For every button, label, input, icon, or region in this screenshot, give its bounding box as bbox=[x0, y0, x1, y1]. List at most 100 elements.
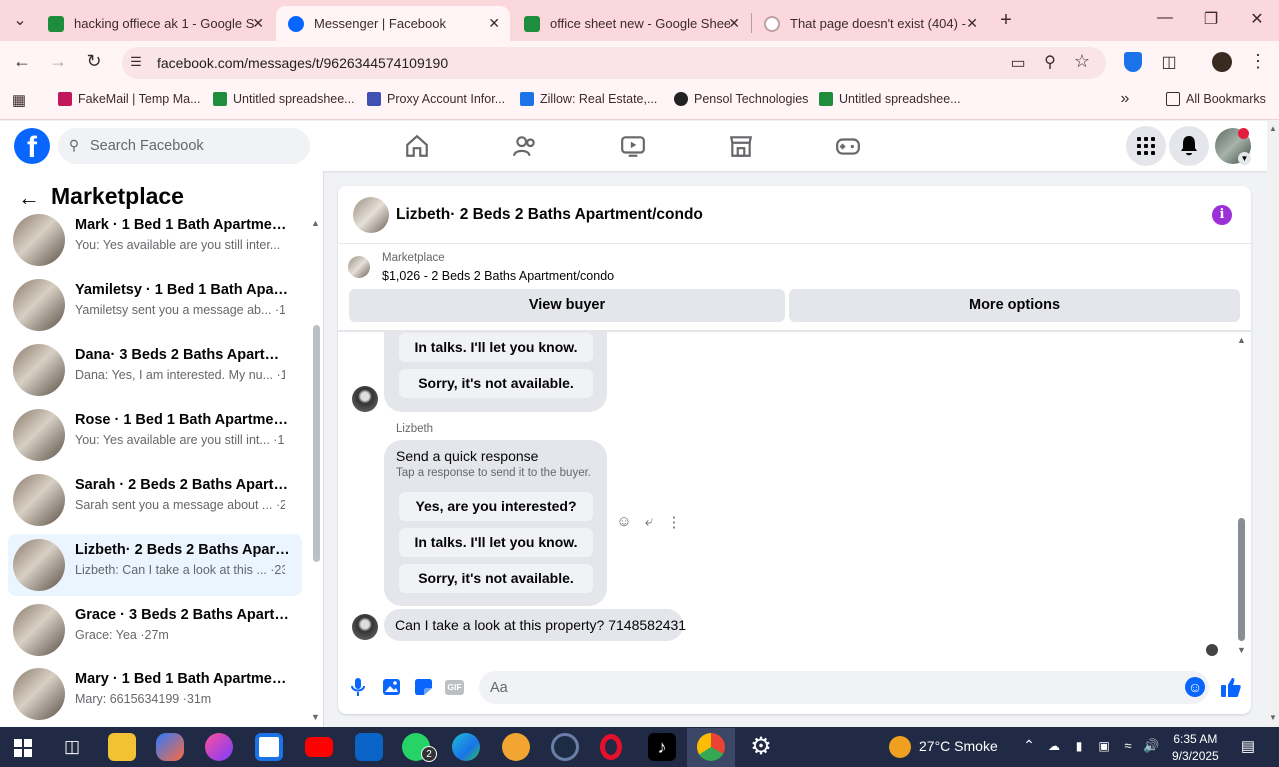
back-arrow-icon[interactable]: ← bbox=[12, 51, 32, 72]
profile-avatar-icon[interactable] bbox=[1212, 52, 1232, 72]
menu-kebab-icon[interactable]: ⋮ bbox=[1248, 51, 1268, 72]
photo-icon[interactable] bbox=[382, 678, 401, 696]
all-bookmarks[interactable]: All Bookmarks bbox=[1166, 92, 1266, 106]
medal-icon[interactable] bbox=[502, 733, 530, 761]
friends-icon[interactable] bbox=[512, 133, 538, 159]
notifications-button[interactable] bbox=[1169, 126, 1209, 166]
scroll-up-arrow[interactable]: ▲ bbox=[1237, 335, 1246, 345]
volume-icon[interactable]: 🔊 bbox=[1143, 738, 1159, 754]
settings-gear-icon[interactable]: ⚙ bbox=[747, 733, 775, 761]
more-options-button[interactable]: More options bbox=[789, 289, 1240, 322]
weather-text[interactable]: 27°C Smoke bbox=[919, 738, 998, 754]
opera-icon[interactable] bbox=[600, 734, 622, 760]
show-hidden-icons[interactable]: ⌃ bbox=[1021, 737, 1037, 754]
apps-grid-icon[interactable]: ▦ bbox=[10, 91, 28, 109]
site-settings-icon[interactable]: ☰ bbox=[128, 54, 144, 70]
scroll-down-arrow[interactable]: ▼ bbox=[1269, 713, 1277, 722]
forward-arrow-icon[interactable]: → bbox=[48, 51, 68, 72]
conversation-item[interactable]: Rose · 1 Bed 1 Bath Apartment/c... You: Y… bbox=[8, 404, 302, 466]
gif-icon[interactable]: GIF bbox=[445, 680, 464, 695]
info-icon[interactable]: i bbox=[1212, 205, 1232, 225]
home-icon[interactable] bbox=[404, 133, 430, 159]
extensions-icon[interactable]: ◫ bbox=[1159, 52, 1179, 72]
chat-title[interactable]: Lizbeth· 2 Beds 2 Baths Apartment/condo bbox=[396, 206, 703, 224]
app-icon[interactable] bbox=[551, 733, 579, 761]
bookmark-proxy[interactable]: Proxy Account Infor... bbox=[367, 92, 505, 106]
copilot-icon[interactable] bbox=[156, 733, 184, 761]
bookmark-pensol[interactable]: Pensol Technologies bbox=[674, 92, 808, 106]
conversation-item[interactable]: Sarah · 2 Beds 2 Baths Apartme... Sarah s… bbox=[8, 469, 302, 531]
page-scrollbar-track[interactable] bbox=[1267, 121, 1279, 727]
bookmark-zillow[interactable]: Zillow: Real Estate,... bbox=[520, 92, 657, 106]
tab-404[interactable]: That page doesn't exist (404) - F ✕ bbox=[752, 6, 988, 41]
listing-title[interactable]: $1,026 - 2 Beds 2 Baths Apartment/condo bbox=[382, 269, 614, 283]
url-text[interactable]: facebook.com/messages/t/9626344574109190 bbox=[157, 55, 448, 71]
like-thumb-icon[interactable] bbox=[1220, 676, 1242, 698]
tab-sheets-1[interactable]: hacking offiece ak 1 - Google Sh ✕ bbox=[36, 6, 274, 41]
emoji-icon[interactable]: ☺ bbox=[1185, 677, 1205, 697]
bookmark-star-icon[interactable]: ☆ bbox=[1072, 51, 1092, 72]
reload-icon[interactable]: ↻ bbox=[84, 51, 104, 72]
notification-center-icon[interactable]: ▤ bbox=[1238, 737, 1258, 755]
youtube-icon[interactable] bbox=[305, 737, 333, 757]
more-actions-icon[interactable]: ⋮ bbox=[665, 513, 683, 531]
bookmark-untitled-2[interactable]: Untitled spreadshee... bbox=[819, 92, 961, 106]
more-bookmarks-icon[interactable]: » bbox=[1117, 90, 1133, 108]
onedrive-icon[interactable]: ☁ bbox=[1045, 739, 1063, 753]
app-icon[interactable] bbox=[205, 733, 233, 761]
battery-icon[interactable]: ▮ bbox=[1071, 739, 1087, 753]
react-emoji-icon[interactable]: ☺ bbox=[615, 513, 633, 530]
reply-icon[interactable]: ⤶ bbox=[640, 513, 658, 530]
new-tab-icon[interactable]: + bbox=[996, 9, 1016, 32]
sticker-icon[interactable] bbox=[414, 678, 433, 696]
chevron-down-icon[interactable]: ▼ bbox=[1238, 152, 1251, 165]
wifi-icon[interactable]: ≈ bbox=[1120, 738, 1136, 753]
quick-reply-button[interactable]: In talks. I'll let you know. bbox=[399, 333, 593, 362]
close-icon[interactable]: ✕ bbox=[728, 15, 740, 32]
contact-avatar[interactable] bbox=[353, 197, 389, 233]
tiktok-icon[interactable]: ♪ bbox=[648, 733, 676, 761]
gaming-icon[interactable] bbox=[835, 133, 861, 159]
task-view-icon[interactable]: ◫ bbox=[62, 737, 82, 757]
sender-avatar[interactable] bbox=[352, 386, 378, 412]
tab-sheets-2[interactable]: office sheet new - Google Sheets ✕ bbox=[512, 6, 750, 41]
quick-reply-button[interactable]: In talks. I'll let you know. bbox=[399, 528, 593, 557]
scroll-down-arrow[interactable]: ▼ bbox=[311, 712, 320, 722]
conversation-item[interactable]: Lizbeth· 2 Beds 2 Baths Apartm... Lizbeth… bbox=[8, 534, 302, 596]
device-icon[interactable]: ▣ bbox=[1096, 739, 1112, 753]
tab-search-icon[interactable]: ⌄ bbox=[10, 10, 30, 30]
sidebar-scrollbar[interactable] bbox=[313, 325, 320, 562]
tab-messenger[interactable]: Messenger | Facebook ✕ bbox=[276, 6, 510, 41]
conversation-item[interactable]: Dana· 3 Beds 2 Baths Apartmen... Dana: Ye… bbox=[8, 339, 302, 401]
weather-icon[interactable] bbox=[889, 736, 911, 758]
menu-grid-button[interactable] bbox=[1126, 126, 1166, 166]
install-app-icon[interactable]: ▭ bbox=[1008, 53, 1028, 73]
windows-start-icon[interactable] bbox=[14, 739, 32, 757]
scroll-up-arrow[interactable]: ▲ bbox=[311, 218, 320, 228]
scroll-down-arrow[interactable]: ▼ bbox=[1237, 645, 1246, 655]
restore-icon[interactable]: ❐ bbox=[1201, 9, 1221, 29]
zoom-icon[interactable]: ⚲ bbox=[1040, 52, 1060, 72]
file-explorer-icon[interactable] bbox=[108, 733, 136, 761]
conversation-item[interactable]: Yamiletsy · 1 Bed 1 Bath Apartm... Yamile… bbox=[8, 274, 302, 336]
view-buyer-button[interactable]: View buyer bbox=[349, 289, 785, 322]
listing-thumbnail[interactable] bbox=[348, 256, 370, 278]
bookmark-untitled-1[interactable]: Untitled spreadshee... bbox=[213, 92, 355, 106]
marketplace-icon[interactable] bbox=[728, 133, 754, 159]
minimize-icon[interactable]: — bbox=[1155, 9, 1175, 27]
conversation-item[interactable]: Grace · 3 Beds 2 Baths Apartme... Grace: … bbox=[8, 599, 302, 661]
close-icon[interactable]: ✕ bbox=[966, 15, 978, 32]
quick-reply-button[interactable]: Sorry, it's not available. bbox=[399, 564, 593, 593]
close-icon[interactable]: ✕ bbox=[488, 15, 500, 32]
message-input[interactable] bbox=[479, 671, 1209, 704]
bookmark-fakemail[interactable]: FakeMail | Temp Ma... bbox=[58, 92, 201, 106]
clock[interactable]: 6:35 AM 9/3/2025 bbox=[1172, 731, 1219, 765]
conversation-item[interactable]: Mark · 1 Bed 1 Bath Apartment/... You: Ye… bbox=[8, 209, 302, 271]
facebook-logo[interactable]: f bbox=[14, 128, 50, 164]
outlook-icon[interactable] bbox=[355, 733, 383, 761]
window-close-icon[interactable]: ✕ bbox=[1247, 9, 1267, 29]
video-icon[interactable] bbox=[620, 133, 646, 159]
edge-icon[interactable] bbox=[452, 733, 480, 761]
quick-reply-button[interactable]: Yes, are you interested? bbox=[399, 492, 593, 521]
microsoft-store-icon[interactable] bbox=[255, 733, 283, 761]
